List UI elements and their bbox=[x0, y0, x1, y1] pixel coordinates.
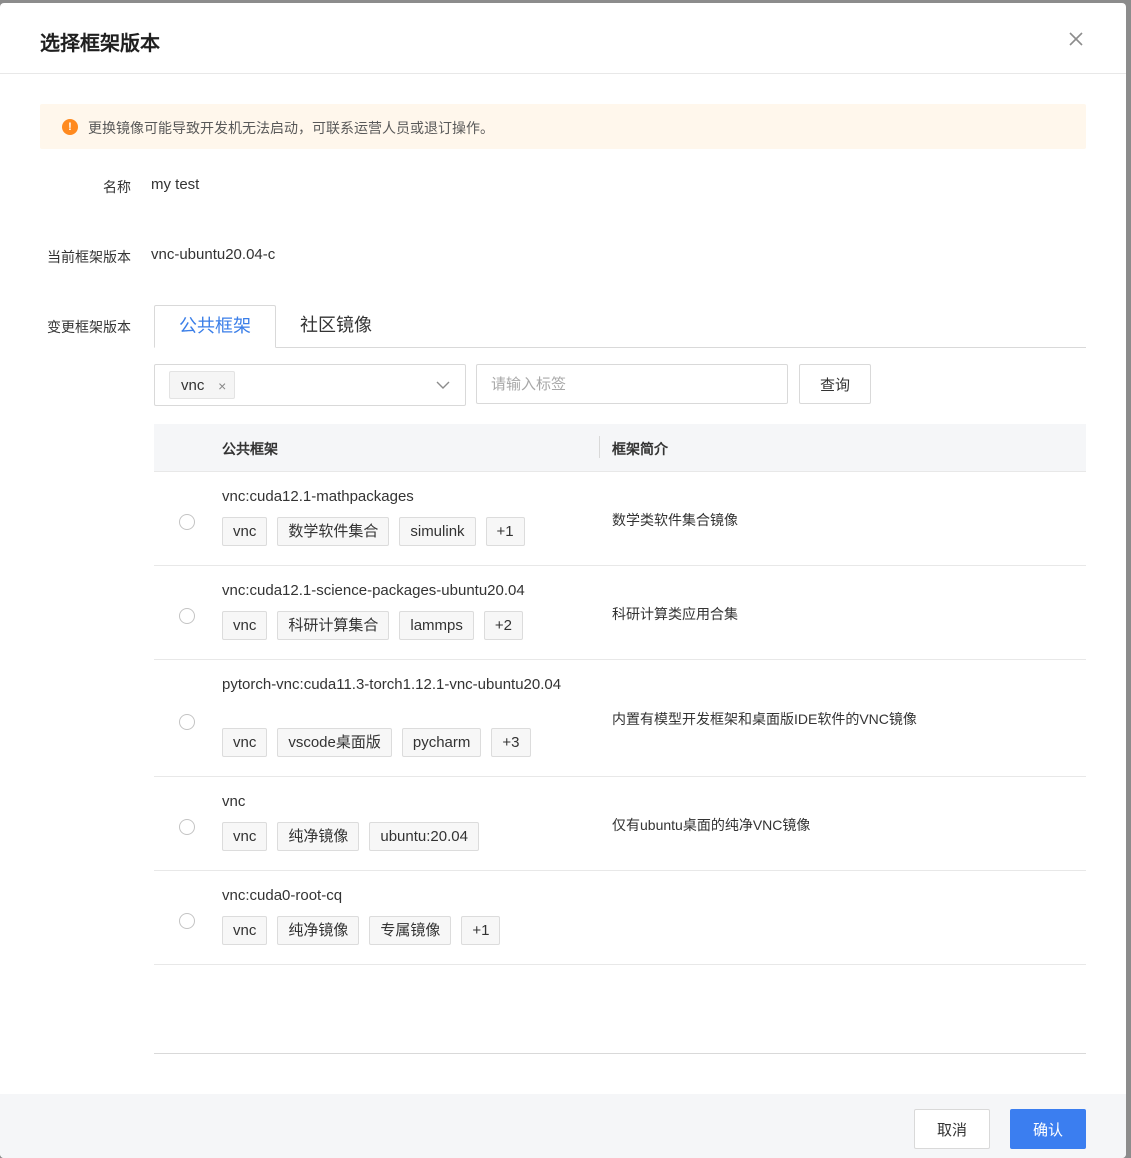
tag: vnc bbox=[222, 517, 268, 546]
name-value: my test bbox=[151, 176, 200, 193]
tag-filter-select[interactable]: vnc × bbox=[154, 364, 466, 406]
framework-name: vnc:cuda0-root-cq bbox=[222, 887, 343, 904]
tag: simulink bbox=[399, 517, 476, 546]
table-row[interactable]: pytorch-vnc:cuda11.3-torch1.12.1-vnc-ubu… bbox=[154, 660, 1086, 777]
tag-list: vnc 纯净镜像 专属镜像 +1 bbox=[222, 916, 510, 945]
column-divider bbox=[599, 436, 600, 458]
name-label: 名称 bbox=[103, 179, 131, 195]
column-header-description: 框架简介 bbox=[612, 441, 668, 457]
framework-tabs: 公共框架 社区镜像 bbox=[154, 305, 1086, 348]
row-radio[interactable] bbox=[179, 819, 195, 835]
tag: ubuntu:20.04 bbox=[369, 822, 479, 851]
table-row[interactable]: vnc:cuda0-root-cq vnc 纯净镜像 专属镜像 +1 bbox=[154, 871, 1086, 965]
tag-list: vnc 科研计算集合 lammps +2 bbox=[222, 611, 533, 640]
dialog-title: 选择框架版本 bbox=[40, 33, 160, 55]
warning-alert: ! 更换镜像可能导致开发机无法启动，可联系运营人员或退订操作。 bbox=[40, 104, 1086, 149]
tag: vnc bbox=[222, 822, 268, 851]
framework-version-dialog: 选择框架版本 ! 更换镜像可能导致开发机无法启动，可联系运营人员或退订操作。 名… bbox=[0, 3, 1126, 1158]
row-radio[interactable] bbox=[179, 514, 195, 530]
table-row[interactable]: vnc:cuda12.1-mathpackages vnc 数学软件集合 simul… bbox=[154, 472, 1086, 566]
tag-list: vnc 纯净镜像 ubuntu:20.04 bbox=[222, 822, 489, 851]
table-header: 公共框架 框架简介 bbox=[154, 424, 1086, 472]
framework-name: vnc:cuda12.1-mathpackages bbox=[222, 488, 414, 505]
tag-list: vnc vscode桌面版 pycharm +3 bbox=[222, 728, 541, 757]
chevron-down-icon bbox=[436, 378, 450, 392]
confirm-button[interactable]: 确认 bbox=[1010, 1109, 1086, 1149]
change-version-label: 变更框架版本 bbox=[47, 319, 131, 335]
framework-description: 科研计算类应用合集 bbox=[612, 606, 738, 622]
row-radio[interactable] bbox=[179, 608, 195, 624]
chip-label: vnc bbox=[181, 377, 205, 394]
query-button[interactable]: 查询 bbox=[799, 364, 871, 404]
column-header-framework: 公共框架 bbox=[222, 441, 278, 457]
tag: 数学软件集合 bbox=[277, 517, 390, 546]
tag: 纯净镜像 bbox=[277, 822, 360, 851]
tag-list: vnc 数学软件集合 simulink +1 bbox=[222, 517, 535, 546]
table-row[interactable]: vnc:cuda12.1-science-packages-ubuntu20.0… bbox=[154, 566, 1086, 660]
tag: pycharm bbox=[401, 728, 482, 757]
framework-description: 数学类软件集合镜像 bbox=[612, 512, 738, 528]
table-bottom-border bbox=[154, 1053, 1086, 1054]
framework-name: pytorch-vnc:cuda11.3-torch1.12.1-vnc-ubu… bbox=[222, 676, 562, 693]
dialog-footer: 取消 确认 bbox=[0, 1094, 1126, 1158]
more-tags-badge[interactable]: +1 bbox=[461, 916, 501, 945]
alert-text: 更换镜像可能导致开发机无法启动，可联系运营人员或退订操作。 bbox=[88, 120, 494, 136]
tag: lammps bbox=[399, 611, 474, 640]
tag: 专属镜像 bbox=[369, 916, 452, 945]
more-tags-badge[interactable]: +1 bbox=[485, 517, 525, 546]
current-version-value: vnc-ubuntu20.04-c bbox=[151, 246, 276, 263]
tag: 纯净镜像 bbox=[277, 916, 360, 945]
dialog-header: 选择框架版本 bbox=[0, 3, 1126, 74]
selected-tag-chip: vnc × bbox=[169, 371, 236, 400]
more-tags-badge[interactable]: +3 bbox=[491, 728, 531, 757]
framework-table: 公共框架 框架简介 vnc:cuda12.1-mathpackages vnc 数… bbox=[154, 424, 1086, 965]
row-radio[interactable] bbox=[179, 714, 195, 730]
tag-input[interactable] bbox=[476, 364, 788, 404]
tab-public-framework[interactable]: 公共框架 bbox=[154, 305, 276, 348]
tag: 科研计算集合 bbox=[277, 611, 390, 640]
framework-name: vnc bbox=[222, 793, 246, 810]
current-version-label: 当前框架版本 bbox=[47, 249, 131, 265]
tab-community-image[interactable]: 社区镜像 bbox=[281, 305, 391, 346]
tag: vnc bbox=[222, 728, 268, 757]
tag: vnc bbox=[222, 916, 268, 945]
framework-description: 仅有ubuntu桌面的纯净VNC镜像 bbox=[612, 817, 811, 833]
more-tags-badge[interactable]: +2 bbox=[483, 611, 523, 640]
framework-name: vnc:cuda12.1-science-packages-ubuntu20.0… bbox=[222, 582, 525, 599]
warning-icon: ! bbox=[62, 119, 78, 135]
tag: vnc bbox=[222, 611, 268, 640]
table-row[interactable]: vnc vnc 纯净镜像 ubuntu:20.04 仅有ubuntu桌面的纯净VNC… bbox=[154, 777, 1086, 871]
cancel-button[interactable]: 取消 bbox=[914, 1109, 990, 1149]
close-icon[interactable] bbox=[1064, 27, 1088, 51]
framework-description: 内置有模型开发框架和桌面版IDE软件的VNC镜像 bbox=[612, 711, 917, 727]
row-radio[interactable] bbox=[179, 913, 195, 929]
tag: vscode桌面版 bbox=[277, 728, 392, 757]
chip-remove-icon[interactable]: × bbox=[218, 372, 226, 400]
